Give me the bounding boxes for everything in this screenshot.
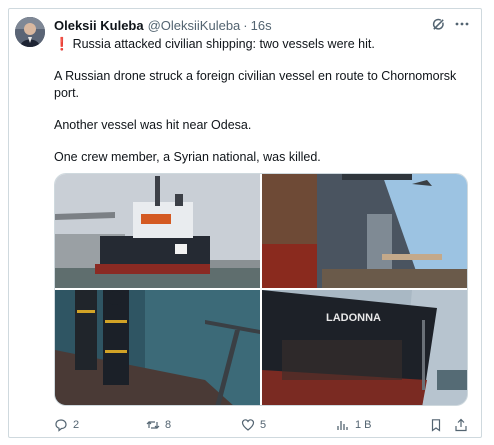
author-name[interactable]: Oleksii Kuleba	[54, 18, 144, 33]
photo-cargo-ship[interactable]	[55, 174, 260, 288]
repost-icon	[146, 421, 160, 429]
bookmark-icon	[431, 419, 441, 432]
tweet-line-1-text: Russia attacked civilian shipping: two v…	[72, 37, 375, 51]
reply-button[interactable]: 2	[54, 416, 79, 434]
like-icon	[241, 419, 255, 431]
share-icon	[455, 418, 467, 432]
like-count: 5	[260, 419, 267, 431]
views-button[interactable]: 1 В	[336, 416, 372, 434]
reply-icon	[55, 419, 67, 432]
more-icon[interactable]	[455, 17, 469, 31]
alert-mark: ❗	[54, 37, 70, 51]
reply-count: 2	[73, 419, 80, 431]
tweet-paragraph-3: Another vessel was hit near Odesa.	[54, 118, 252, 132]
repost-count: 8	[165, 419, 172, 431]
hull-name-label: LADONNA	[326, 312, 381, 324]
tweet-line-1: ❗ Russia attacked civilian shipping: two …	[54, 36, 375, 53]
author-handle[interactable]: @OleksiiKuleba	[148, 18, 241, 33]
views-count: 1 В	[355, 419, 372, 431]
photo-crew-on-deck[interactable]	[55, 290, 260, 405]
views-icon	[337, 421, 348, 430]
tweet-paragraph-2: A Russian drone struck a foreign civilia…	[54, 69, 457, 100]
avatar[interactable]	[15, 17, 45, 47]
tweet-paragraph-4: One crew member, a Syrian national, was …	[54, 150, 321, 164]
media-grid: LADONNA	[54, 173, 468, 406]
action-bar: 2 8 5 1 В	[54, 416, 472, 434]
share-button[interactable]	[454, 416, 473, 434]
timestamp[interactable]: 16s	[251, 18, 272, 33]
photo-ladonna-bow[interactable]: LADONNA	[262, 290, 467, 405]
separator-dot: ·	[243, 17, 248, 33]
photo-damaged-hull[interactable]	[262, 174, 467, 288]
grok-icon[interactable]	[431, 17, 446, 32]
tweet-header: Oleksii Kuleba @OleksiiKuleba · 16s	[54, 16, 272, 34]
repost-button[interactable]: 8	[146, 416, 171, 434]
bookmark-button[interactable]	[429, 416, 448, 434]
like-button[interactable]: 5	[241, 416, 266, 434]
